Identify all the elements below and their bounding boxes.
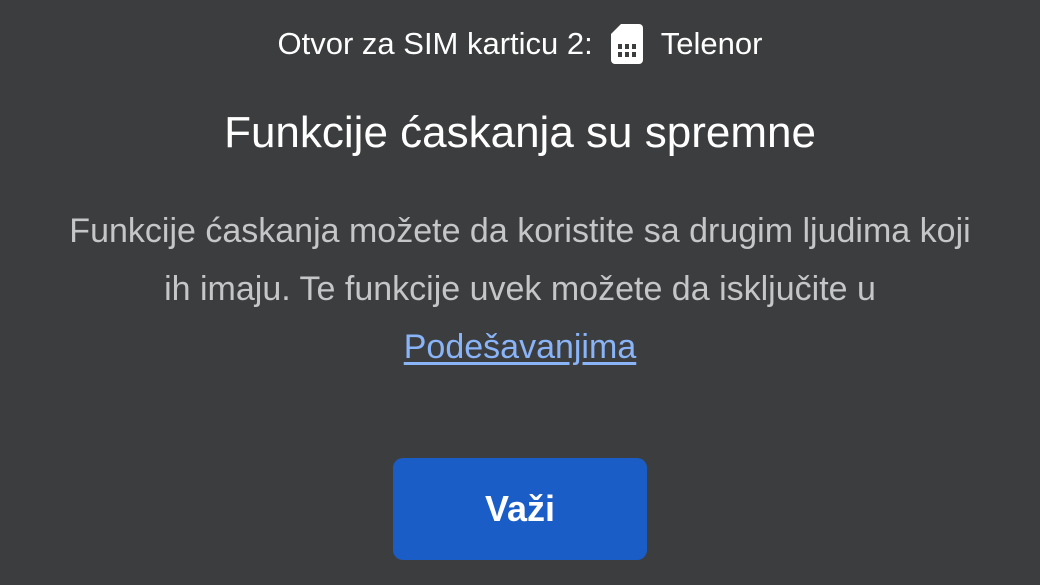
- sim-slot-label: Otvor za SIM karticu 2:: [277, 26, 593, 61]
- ok-button[interactable]: Važi: [393, 458, 647, 560]
- sim-slot-row: Otvor za SIM karticu 2: Telenor: [0, 18, 1040, 70]
- dialog-title: Funkcije ćaskanja su spremne: [224, 108, 816, 157]
- carrier-name: Telenor: [660, 26, 763, 61]
- settings-link[interactable]: Podešavanjima: [404, 328, 636, 366]
- dialog-description: Funkcije ćaskanja možete da koristite sa…: [60, 202, 980, 376]
- description-text: Funkcije ćaskanja možete da koristite sa…: [69, 212, 971, 308]
- sim-card-icon: [610, 24, 643, 64]
